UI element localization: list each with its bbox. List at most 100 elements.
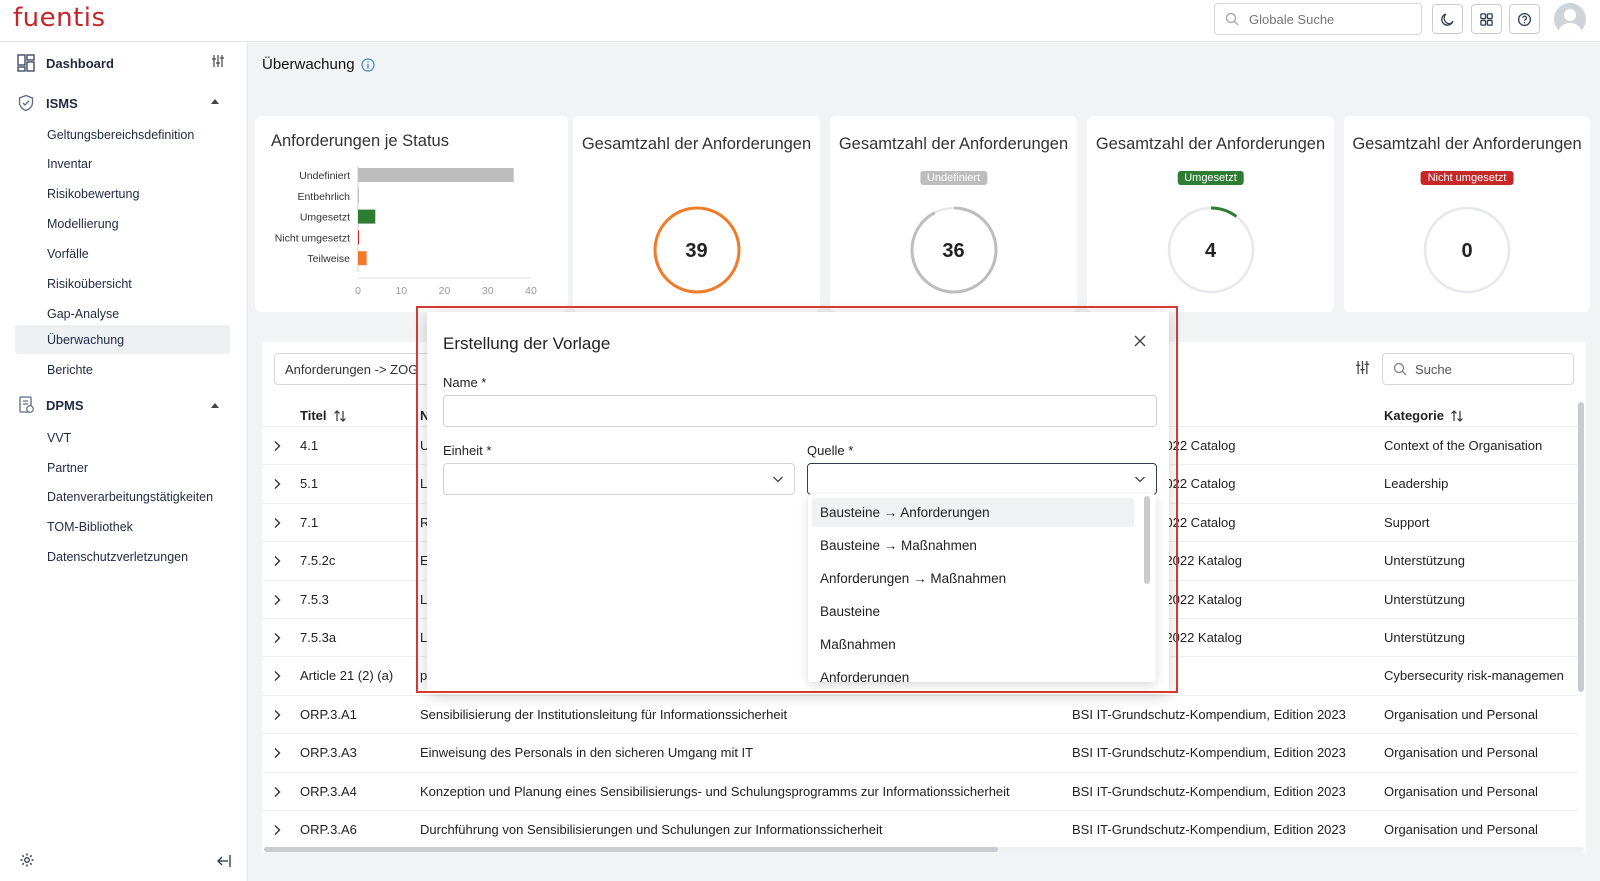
info-icon[interactable]	[360, 57, 375, 72]
chevron-right-icon[interactable]	[272, 824, 282, 836]
sidebar-item-inventar[interactable]: Inventar	[47, 157, 92, 171]
cell-name: Einweisung des Personals in den sicheren…	[420, 745, 754, 761]
sidebar-item-datenschutzverletzungen[interactable]: Datenschutzverletzungen	[47, 550, 188, 564]
sidebar-item-datenverarbeitung[interactable]: Datenverarbeitungstätigkeiten	[47, 490, 213, 504]
cell-kategorie: Organisation und Personal	[1384, 783, 1538, 799]
cell-quelle: BSI IT-Grundschutz-Kompendium, Edition 2…	[1072, 822, 1346, 837]
sidebar-item-risikouebersicht[interactable]: Risikoübersicht	[47, 277, 132, 291]
table-row[interactable]: ORP.3.A6 Durchführung von Sensibilisierun…	[262, 810, 1578, 848]
page-title: Überwachung	[262, 56, 375, 73]
chevron-right-icon[interactable]	[272, 709, 282, 721]
chart-bar	[358, 168, 514, 182]
horizontal-scrollbar-thumb[interactable]	[264, 847, 998, 852]
global-search-input[interactable]: Globale Suche	[1214, 3, 1422, 35]
chart-bar	[358, 230, 359, 245]
horizontal-scrollbar[interactable]	[264, 847, 1584, 852]
sidebar: Dashboard ISMS Geltungsbereichsdefinitio…	[0, 42, 248, 881]
table-row[interactable]: ORP.3.A3 Einweisung des Personals in den …	[262, 733, 1578, 771]
chart-tick-label: 10	[395, 285, 407, 297]
sidebar-section-dpms[interactable]: DPMS	[16, 394, 84, 416]
global-search-placeholder: Globale Suche	[1249, 12, 1335, 27]
top-bar: fuentis Globale Suche	[0, 0, 1600, 42]
chevron-right-icon[interactable]	[272, 670, 282, 682]
cell-titel: ORP.3.A3	[300, 745, 357, 761]
chevron-right-icon[interactable]	[272, 440, 282, 452]
cell-quelle: BSI IT-Grundschutz-Kompendium, Edition 2…	[1072, 783, 1346, 799]
table-row[interactable]: ORP.3.A4 Konzeption und Planung eines Sen…	[262, 771, 1578, 810]
sort-icon[interactable]	[333, 409, 347, 423]
chevron-right-icon[interactable]	[272, 517, 282, 529]
sidebar-item-ueberwachung[interactable]: Überwachung	[47, 333, 124, 347]
chevron-right-icon[interactable]	[272, 747, 282, 759]
gear-icon[interactable]	[19, 852, 35, 868]
sidebar-item-risikobewertung[interactable]: Risikobewertung	[47, 187, 139, 201]
sidebar-dashboard-label: Dashboard	[46, 55, 114, 71]
chevron-up-icon[interactable]	[211, 99, 219, 104]
kpi-value: 36	[942, 240, 965, 262]
chevron-up-icon[interactable]	[211, 403, 219, 408]
kpi-card-title: Gesamtzahl der Anforderungen	[581, 135, 812, 153]
sort-icon[interactable]	[1450, 409, 1464, 423]
help-button[interactable]	[1509, 4, 1540, 34]
cell-kategorie: Organisation und Personal	[1384, 822, 1538, 837]
chevron-right-icon[interactable]	[272, 786, 282, 798]
sidebar-item-vvt[interactable]: VVT	[47, 431, 71, 445]
apps-button[interactable]	[1471, 4, 1502, 34]
cell-name: Durchführung von Sensibilisierungen und …	[420, 822, 883, 837]
page-title-text: Überwachung	[262, 56, 355, 73]
sidebar-item-berichte[interactable]: Berichte	[47, 363, 93, 377]
cell-quelle: BSI IT-Grundschutz-Kompendium, Edition 2…	[1072, 745, 1346, 761]
chart-category-label: Umgesetzt	[300, 212, 350, 224]
cell-titel: 7.5.2c	[300, 553, 336, 569]
chart-category-label: Undefiniert	[299, 170, 350, 182]
dark-mode-button[interactable]	[1432, 4, 1463, 34]
sidebar-item-modellierung[interactable]: Modellierung	[47, 217, 119, 231]
sidebar-item-partner[interactable]: Partner	[47, 461, 88, 475]
vertical-scrollbar[interactable]	[1578, 402, 1584, 692]
grid-icon	[1480, 12, 1493, 26]
search-icon	[1225, 12, 1239, 26]
user-avatar[interactable]	[1554, 3, 1586, 35]
collapse-sidebar-icon[interactable]	[216, 854, 232, 868]
table-search-input[interactable]: Suche	[1382, 353, 1574, 385]
chevron-right-icon[interactable]	[272, 632, 282, 644]
chart-bar	[358, 188, 359, 203]
cell-kategorie: Organisation und Personal	[1384, 706, 1538, 722]
document-check-icon	[16, 395, 36, 415]
sidebar-item-tom-bibliothek[interactable]: TOM-Bibliothek	[47, 520, 133, 534]
app-logo[interactable]: fuentis	[13, 3, 106, 33]
chart-tick-label: 30	[482, 285, 494, 297]
kpi-card-nicht-umgesetzt: Gesamtzahl der Anforderungen Nicht umges…	[1344, 116, 1590, 312]
chart-bar	[358, 251, 367, 266]
sidebar-item-vorfaelle[interactable]: Vorfälle	[47, 247, 89, 261]
kpi-card-umgesetzt: Gesamtzahl der Anforderungen Umgesetzt 4	[1087, 116, 1334, 312]
chevron-right-icon[interactable]	[272, 555, 282, 567]
table-row[interactable]: ORP.3.A1 Sensibilisierung der Institution…	[262, 694, 1578, 733]
column-header-kategorie[interactable]: Kategorie	[1384, 408, 1464, 423]
sidebar-item-gap-analyse[interactable]: Gap-Analyse	[47, 307, 119, 321]
column-header-titel-label: Titel	[300, 408, 327, 423]
chart-category-label: Entbehrlich	[297, 191, 350, 203]
column-header-titel[interactable]: Titel	[300, 408, 347, 423]
column-header-kategorie-label: Kategorie	[1384, 408, 1444, 423]
sidebar-item-geltungsbereich[interactable]: Geltungsbereichsdefinition	[47, 128, 194, 142]
cell-kategorie: Context of the Organisation	[1384, 438, 1543, 453]
status-bar-chart: Undefiniert Entbehrlich Umgesetzt Nicht umg…	[275, 166, 537, 297]
cell-titel: 7.1	[300, 514, 319, 530]
cell-titel: 5.1	[300, 476, 319, 492]
sliders-icon[interactable]	[212, 55, 224, 67]
search-icon	[1393, 362, 1407, 376]
cell-kategorie: Organisation und Personal	[1384, 745, 1538, 761]
kpi-card-title: Gesamtzahl der Anforderungen	[1352, 135, 1582, 153]
column-settings-icon[interactable]	[1356, 361, 1369, 374]
dashboard-icon	[16, 53, 36, 73]
sidebar-item-dashboard[interactable]: Dashboard	[16, 52, 114, 74]
chart-tick-label: 0	[355, 285, 361, 297]
chevron-right-icon[interactable]	[272, 478, 282, 490]
kpi-card-undefiniert: Gesamtzahl der Anforderungen Undefiniert…	[830, 116, 1077, 312]
chevron-right-icon[interactable]	[272, 594, 282, 606]
cell-titel: 4.1	[300, 438, 319, 453]
sidebar-section-isms[interactable]: ISMS	[16, 92, 78, 114]
cell-kategorie: Support	[1384, 514, 1430, 530]
cell-name: Konzeption und Planung eines Sensibilisi…	[420, 783, 1010, 799]
